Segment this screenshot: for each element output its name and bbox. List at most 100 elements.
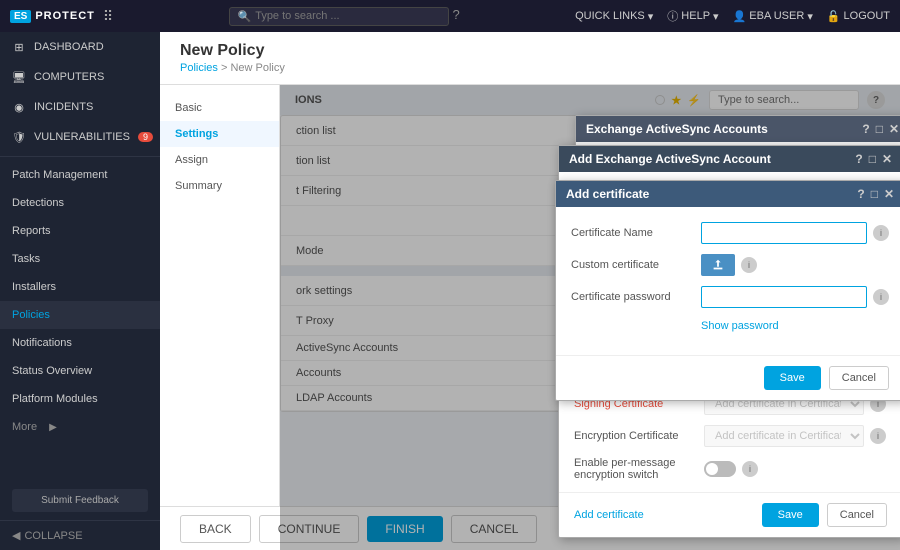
policy-nav-basic[interactable]: Basic — [160, 95, 279, 121]
dialog-eas-accounts-titlebar: Exchange ActiveSync Accounts ? □ ✕ — [576, 116, 900, 142]
dialog-add-eas-titlebar: Add Exchange ActiveSync Account ? □ ✕ — [559, 146, 900, 172]
back-button[interactable]: BACK — [180, 515, 251, 543]
custom-cert-row: Custom certificate i — [571, 254, 889, 276]
dialog-add-cert-cancel-button[interactable]: Cancel — [829, 366, 889, 390]
policy-nav-summary[interactable]: Summary — [160, 173, 279, 199]
topbar-search: 🔍 ? — [113, 7, 575, 26]
sidebar-item-notifications[interactable]: Notifications — [0, 329, 160, 357]
search-icon: 🔍 — [238, 10, 252, 23]
encryption-cert-label: Encryption Certificate — [574, 430, 704, 442]
grid-icon[interactable]: ⠿ — [103, 8, 113, 25]
logo-text: PROTECT — [35, 10, 95, 22]
dialog-eas-accounts-minimize-icon[interactable]: □ — [876, 122, 883, 136]
quick-links[interactable]: QUICK LINKS ▾ — [575, 10, 653, 23]
sidebar-item-label: DASHBOARD — [34, 41, 104, 53]
sidebar-item-dashboard[interactable]: ⊞ DASHBOARD — [0, 32, 160, 62]
search-help-icon[interactable]: ? — [453, 7, 460, 26]
sidebar-item-label: Notifications — [12, 337, 72, 349]
topbar-right: QUICK LINKS ▾ ⓘ HELP ▾ 👤 EBA USER ▾ 🔓 LO… — [575, 8, 890, 24]
sidebar-item-installers[interactable]: Installers — [0, 273, 160, 301]
dialog-eas-accounts-help-icon[interactable]: ? — [862, 122, 869, 136]
sidebar-item-tasks[interactable]: Tasks — [0, 245, 160, 273]
topbar: ES PROTECT ⠿ 🔍 ? QUICK LINKS ▾ ⓘ HELP ▾ … — [0, 0, 900, 32]
logout-button[interactable]: 🔓 LOGOUT — [827, 10, 890, 23]
dialog-add-cert-titlebar: Add certificate ? □ ✕ — [556, 181, 900, 207]
add-certificate-link[interactable]: Add certificate — [574, 509, 644, 521]
main-content: New Policy Policies > New Policy Basic S… — [160, 32, 900, 550]
logo: ES PROTECT — [10, 10, 95, 23]
sidebar-item-more[interactable]: More ▶ — [0, 413, 160, 441]
help-menu[interactable]: ⓘ HELP ▾ — [667, 8, 718, 24]
dialog-add-eas-icons: ? □ ✕ — [855, 152, 892, 166]
per-message-toggle[interactable] — [704, 461, 736, 477]
dialog-add-cert-icons: ? □ ✕ — [857, 187, 894, 201]
page-title: New Policy — [180, 42, 880, 60]
cert-name-row: Certificate Name i — [571, 222, 889, 244]
breadcrumb-policies[interactable]: Policies — [180, 62, 218, 74]
dialog-add-eas-close-icon[interactable]: ✕ — [882, 152, 892, 166]
per-message-label: Enable per-message encryption switch — [574, 457, 704, 481]
dialog-add-cert-title: Add certificate — [566, 187, 649, 201]
sidebar-item-status-overview[interactable]: Status Overview — [0, 357, 160, 385]
cert-password-input[interactable] — [701, 286, 867, 308]
sidebar-item-label: Reports — [12, 225, 51, 237]
policy-nav-assign[interactable]: Assign — [160, 147, 279, 173]
dialog-add-cert-minimize-icon[interactable]: □ — [871, 187, 878, 201]
custom-cert-info[interactable]: i — [741, 257, 757, 273]
cert-password-info[interactable]: i — [873, 289, 889, 305]
sidebar-item-detections[interactable]: Detections — [0, 189, 160, 217]
dialog-add-eas-cancel-button[interactable]: Cancel — [827, 503, 887, 527]
sidebar-item-label: Installers — [12, 281, 56, 293]
sidebar-item-patch-management[interactable]: Patch Management — [0, 161, 160, 189]
dialog-add-eas-footer: Add certificate Save Cancel — [559, 492, 900, 537]
sidebar-item-label: COMPUTERS — [34, 71, 104, 83]
sidebar-item-label: More — [12, 421, 37, 433]
collapse-button[interactable]: ◀ COLLAPSE — [0, 520, 160, 550]
custom-cert-button[interactable] — [701, 254, 735, 276]
encryption-cert-select[interactable]: Add certificate in Certificate list — [704, 425, 864, 447]
sidebar-bottom: Submit Feedback — [0, 481, 160, 520]
sidebar-item-label: Patch Management — [12, 169, 107, 181]
dialog-add-cert-help-icon[interactable]: ? — [857, 187, 864, 201]
dialog-add-cert-save-button[interactable]: Save — [764, 366, 821, 390]
dialog-add-eas-save-button[interactable]: Save — [762, 503, 819, 527]
sidebar-item-incidents[interactable]: ◉ INCIDENTS — [0, 92, 160, 122]
dialog-add-eas-help-icon[interactable]: ? — [855, 152, 862, 166]
cert-name-info[interactable]: i — [873, 225, 889, 241]
sidebar-item-label: Platform Modules — [12, 393, 98, 405]
sidebar-item-computers[interactable]: 🖥 COMPUTERS — [0, 62, 160, 92]
computers-icon: 🖥 — [12, 70, 26, 84]
more-chevron-icon: ▶ — [49, 422, 57, 433]
sidebar-item-platform-modules[interactable]: Platform Modules — [0, 385, 160, 413]
custom-cert-label: Custom certificate — [571, 259, 701, 271]
cert-name-input[interactable] — [701, 222, 867, 244]
cert-name-label: Certificate Name — [571, 227, 701, 239]
collapse-icon: ◀ — [12, 529, 20, 542]
main-header: New Policy Policies > New Policy — [160, 32, 900, 85]
per-message-row: Enable per-message encryption switch i — [574, 457, 887, 481]
sidebar-item-vulnerabilities[interactable]: 🛡 VULNERABILITIES 9 — [0, 122, 160, 152]
layout: ⊞ DASHBOARD 🖥 COMPUTERS ◉ INCIDENTS 🛡 VU… — [0, 32, 900, 550]
submit-feedback-button[interactable]: Submit Feedback — [12, 489, 148, 512]
sidebar-item-policies[interactable]: Policies — [0, 301, 160, 329]
dialog-eas-accounts-icons: ? □ ✕ — [862, 122, 899, 136]
user-menu[interactable]: 👤 EBA USER ▾ — [733, 10, 813, 23]
search-input[interactable] — [255, 10, 415, 22]
show-password-row: Show password — [571, 318, 889, 332]
dialog-eas-accounts-title: Exchange ActiveSync Accounts — [586, 122, 768, 136]
sidebar: ⊞ DASHBOARD 🖥 COMPUTERS ◉ INCIDENTS 🛡 VU… — [0, 32, 160, 550]
encryption-cert-info[interactable]: i — [870, 428, 886, 444]
sidebar-item-reports[interactable]: Reports — [0, 217, 160, 245]
dialog-add-cert-footer: Save Cancel — [556, 355, 900, 400]
policy-nav-settings[interactable]: Settings — [160, 121, 279, 147]
dashboard-icon: ⊞ — [12, 40, 26, 54]
dialog-add-cert-body: Certificate Name i Custom certificate — [556, 207, 900, 355]
per-message-info[interactable]: i — [742, 461, 758, 477]
policy-sidebar: Basic Settings Assign Summary — [160, 85, 280, 550]
dialog-add-cert-close-icon[interactable]: ✕ — [884, 187, 894, 201]
show-password-cert-label[interactable]: Show password — [701, 320, 779, 332]
dialog-add-eas-minimize-icon[interactable]: □ — [869, 152, 876, 166]
vulnerabilities-icon: 🛡 — [12, 130, 26, 144]
upload-icon — [711, 258, 725, 272]
dialog-eas-accounts-close-icon[interactable]: ✕ — [889, 122, 899, 136]
